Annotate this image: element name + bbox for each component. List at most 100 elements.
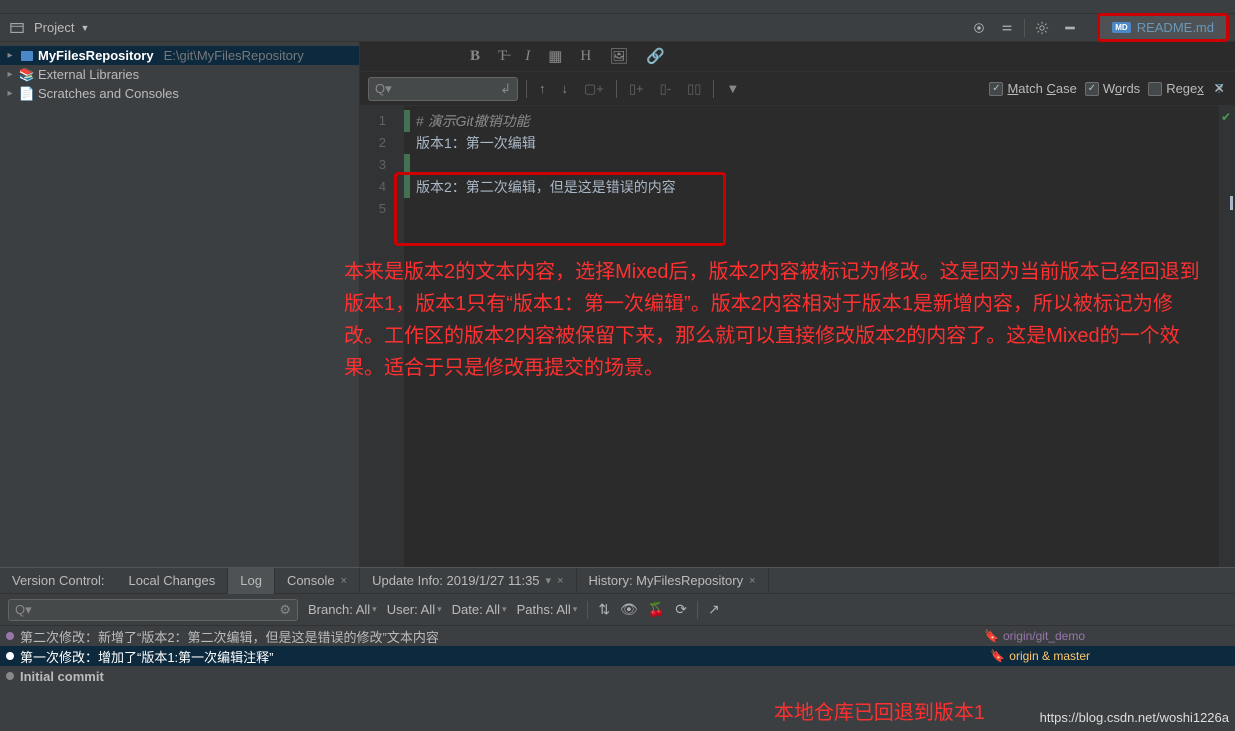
commit-message: 第二次修改：新增了“版本2：第二次编辑，但是这是错误的修改”文本内容 [20,627,439,646]
find-prev-button[interactable]: ↑ [535,81,550,96]
separator [616,80,617,98]
bold-button[interactable]: B [470,48,480,65]
commit-list: 第二次修改：新增了“版本2：第二次编辑，但是这是错误的修改”文本内容 🔖 ori… [0,626,1235,686]
paths-filter[interactable]: Paths: All▾ [517,602,578,617]
find-all-button[interactable]: ▯▯ [683,81,705,97]
log-search-input[interactable]: Q▾⚙ [8,599,298,621]
tab-label: Update Info: 2019/1/27 11:35 [372,573,539,588]
project-view-icon[interactable] [6,17,28,39]
collapse-icon[interactable] [996,17,1018,39]
inspection-ok-icon[interactable]: ✔ [1221,110,1231,124]
locate-icon[interactable] [968,17,990,39]
tab-console[interactable]: Console× [275,568,360,594]
separator [526,80,527,98]
project-dropdown[interactable]: Project ▼ [34,20,89,35]
commit-row[interactable]: Initial commit [0,666,1235,686]
find-next-button[interactable]: ↓ [558,81,573,96]
match-case-checkbox[interactable]: ✓Match Case [989,81,1076,96]
separator [697,601,698,619]
expand-icon[interactable]: ▸ [4,50,16,61]
markdown-file-icon: MD [1112,22,1130,33]
find-select-all-icon[interactable]: ▢+ [580,81,608,97]
code-content[interactable]: # 演示Git撤销功能 版本1：第一次编辑 版本2：第二次编辑，但是这是错误的内… [404,106,1219,581]
filter-label: Date: All [452,602,500,617]
tree-item-label: External Libraries [38,67,139,82]
commit-message: 第一次修改：增加了“版本1:第一次编辑注释” [20,647,274,666]
library-icon: 📚 [20,68,34,82]
tab-local-changes[interactable]: Local Changes [117,568,229,594]
close-icon[interactable]: × [749,575,755,587]
user-filter[interactable]: User: All▾ [387,602,442,617]
image-button[interactable]: 🖼 [609,47,628,66]
tag-label: origin/git_demo [1003,629,1085,643]
find-add-sel-icon[interactable]: ▯+ [625,81,648,97]
expand-icon[interactable]: ▸ [4,69,16,80]
regex-checkbox[interactable]: Regex [1148,81,1204,96]
watermark: https://blog.csdn.net/woshi1226a [1040,710,1229,725]
editor[interactable]: 12345 # 演示Git撤销功能 版本1：第一次编辑 版本2：第二次编辑，但是… [360,106,1235,581]
module-icon [20,49,34,63]
close-icon[interactable]: × [557,575,563,587]
scratches-icon: 📄 [20,87,34,101]
breadcrumb-bar [0,0,1235,14]
date-filter[interactable]: Date: All▾ [452,602,507,617]
separator [713,80,714,98]
filter-label: Branch: All [308,602,370,617]
hide-icon[interactable] [1059,17,1081,39]
annotation-text-bottom: 本地仓库已回退到版本1 [774,696,985,725]
find-enter-icon[interactable]: ↲ [500,81,511,97]
separator [587,601,588,619]
close-icon[interactable]: × [341,575,347,587]
version-control-panel: Version Control: Local Changes Log Conso… [0,567,1235,731]
italic-button[interactable]: I [525,48,530,65]
words-checkbox[interactable]: ✓Words [1085,81,1140,96]
tree-ext-libs[interactable]: ▸ 📚 External Libraries [0,65,359,84]
commit-row[interactable]: 第二次修改：新增了“版本2：第二次编辑，但是这是错误的修改”文本内容 🔖 ori… [0,626,1235,646]
commit-dot-icon [6,652,14,660]
find-input[interactable]: Q▾ ↲ [368,77,518,101]
annotation-text: 本来是版本2的文本内容，选择Mixed后，版本2内容被标记为修改。这是因为当前版… [344,256,1204,384]
filter-icon[interactable]: ▼ [722,81,743,96]
tag-label: origin & master [1009,649,1090,663]
right-gutter: ✔ [1219,106,1235,581]
tree-root[interactable]: ▸ MyFilesRepository E:\git\MyFilesReposi… [0,46,359,65]
strike-button[interactable]: T̶ [498,48,507,65]
commit-message: Initial commit [20,669,104,684]
log-toolbar: Q▾⚙ Branch: All▾ User: All▾ Date: All▾ P… [0,594,1235,626]
tab-update-info[interactable]: Update Info: 2019/1/27 11:35 ▾ × [360,568,576,594]
project-toolbar: Project ▼ MD README.md [0,14,1235,42]
branch-tag-local[interactable]: 🔖 origin & master [990,649,1090,663]
tab-label: README.md [1137,20,1214,35]
eye-icon[interactable]: 👁 [620,601,638,618]
branch-filter[interactable]: Branch: All▾ [308,602,377,617]
cherry-pick-icon[interactable]: 🍒 [648,601,665,618]
branch-tag-remote[interactable]: 🔖 origin/git_demo [984,629,1085,643]
table-button[interactable]: ▦ [548,47,562,66]
project-label-text: Project [34,20,74,35]
tree-root-path: E:\git\MyFilesRepository [164,48,304,63]
intellisort-icon[interactable]: ⇅ [598,601,610,618]
expand-icon[interactable]: ▸ [4,88,16,99]
chevron-down-icon[interactable]: ▾ [546,574,552,587]
tab-log[interactable]: Log [228,568,275,594]
goto-icon[interactable]: ↗ [708,601,720,618]
tab-history[interactable]: History: MyFilesRepository× [577,568,769,594]
gear-icon[interactable]: ⚙ [279,602,291,618]
vcs-title: Version Control: [0,573,117,588]
tab-readme[interactable]: MD README.md [1097,13,1229,42]
markdown-toolbar: B T̶ I ▦ H 🖼 🔗 [360,42,1235,72]
commit-dot-icon [6,632,14,640]
code-text: 版本1：第一次编辑 [416,135,536,151]
header-button[interactable]: H [580,48,591,65]
commit-row[interactable]: 第一次修改：增加了“版本1:第一次编辑注释” 🔖 origin & master [0,646,1235,666]
chevron-down-icon: ▼ [80,23,89,33]
tree-item-label: Scratches and Consoles [38,86,179,101]
close-find-button[interactable]: ✕ [1213,80,1225,97]
gear-icon[interactable] [1031,17,1053,39]
find-bar: Q▾ ↲ ↑ ↓ ▢+ ▯+ ▯- ▯▯ ▼ ✓Match Case ✓Word… [360,72,1235,106]
tree-scratches[interactable]: ▸ 📄 Scratches and Consoles [0,84,359,103]
refresh-icon[interactable]: ⟳ [675,601,687,618]
find-remove-sel-icon[interactable]: ▯- [656,81,675,97]
link-button[interactable]: 🔗 [646,47,665,66]
caret-marker [1230,196,1233,210]
